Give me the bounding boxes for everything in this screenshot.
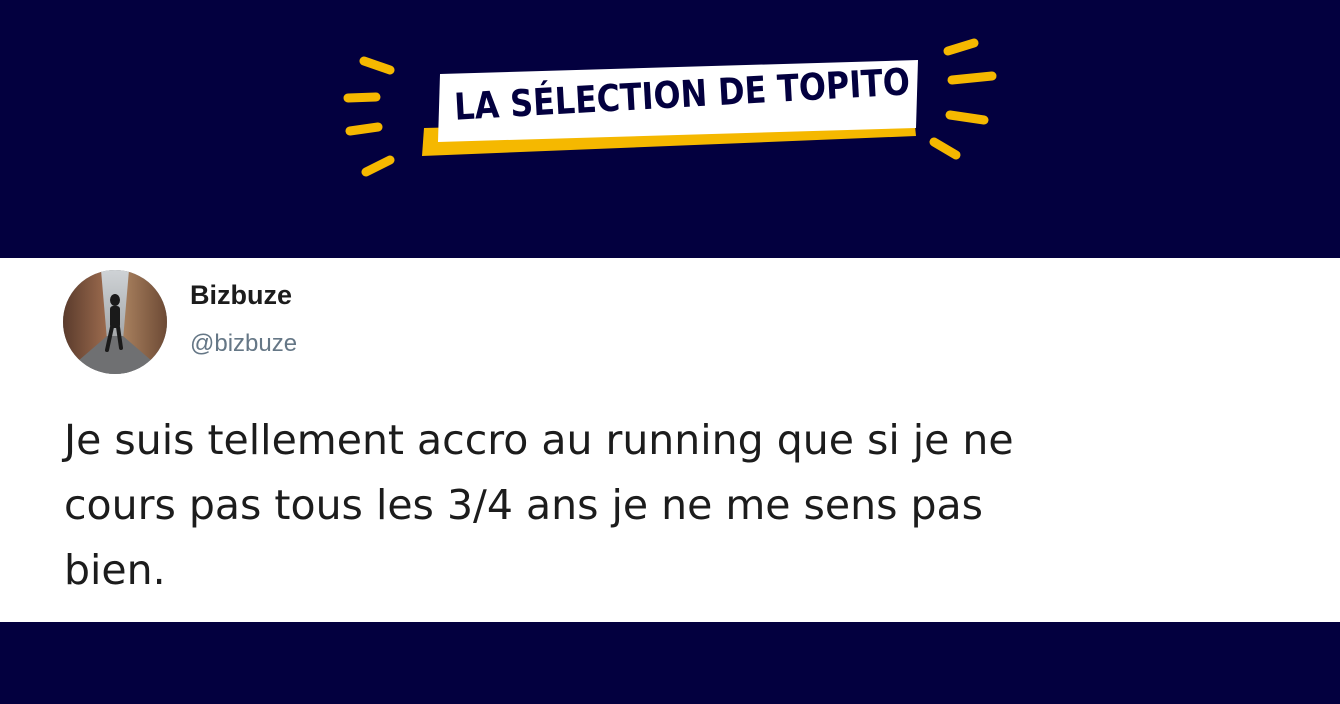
avatar[interactable]	[63, 270, 167, 374]
avatar-photo-runner-icon	[63, 270, 167, 374]
selection-badge: LA SÉLECTION DE TOPITO	[420, 46, 920, 156]
footer-band	[0, 622, 1340, 704]
author-handle[interactable]: @bizbuze	[190, 330, 297, 358]
tweet-text-line: Je suis tellement accro au running que s…	[64, 416, 1014, 464]
header-band: LA SÉLECTION DE TOPITO	[0, 0, 1340, 258]
tweet-text-line: bien.	[64, 546, 166, 594]
tweet-text-line: cours pas tous les 3/4 ans je ne me sens…	[64, 481, 984, 529]
tweet-card: Bizbuze @bizbuze Je suis tellement accro…	[0, 258, 1340, 622]
author-display-name[interactable]: Bizbuze	[190, 280, 292, 311]
tweet-text: Je suis tellement accro au running que s…	[64, 408, 1314, 603]
